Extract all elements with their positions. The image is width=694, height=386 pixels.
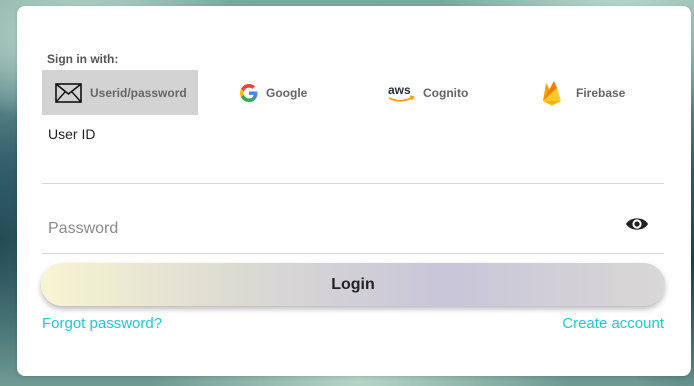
firebase-icon — [542, 80, 562, 106]
userid-label: User ID — [48, 126, 96, 142]
login-button[interactable]: Login — [41, 263, 665, 306]
eye-icon[interactable] — [625, 215, 649, 233]
password-input[interactable] — [42, 204, 664, 254]
provider-tab-cognito[interactable]: aws Cognito — [387, 70, 507, 115]
aws-icon: aws — [387, 82, 415, 104]
provider-label-google: Google — [266, 85, 308, 100]
mail-icon — [55, 82, 82, 103]
provider-tab-userid[interactable]: Userid/password — [42, 70, 198, 115]
forgot-password-link[interactable]: Forgot password? — [42, 315, 162, 332]
aws-logo-text: aws — [388, 83, 411, 97]
provider-label-firebase: Firebase — [576, 85, 626, 100]
sign-in-label: Sign in with: — [47, 52, 119, 66]
provider-tab-firebase[interactable]: Firebase — [542, 70, 662, 115]
google-icon — [240, 83, 258, 102]
provider-tab-google[interactable]: Google — [240, 70, 360, 115]
provider-label-cognito: Cognito — [423, 85, 469, 100]
provider-tabs: Userid/password Google aws Cognito Fireb… — [42, 70, 664, 115]
create-account-link[interactable]: Create account — [562, 315, 664, 332]
provider-label-userid: Userid/password — [90, 85, 187, 100]
login-card: Sign in with: Userid/password Google aws… — [17, 6, 691, 376]
userid-input[interactable] — [42, 146, 664, 184]
